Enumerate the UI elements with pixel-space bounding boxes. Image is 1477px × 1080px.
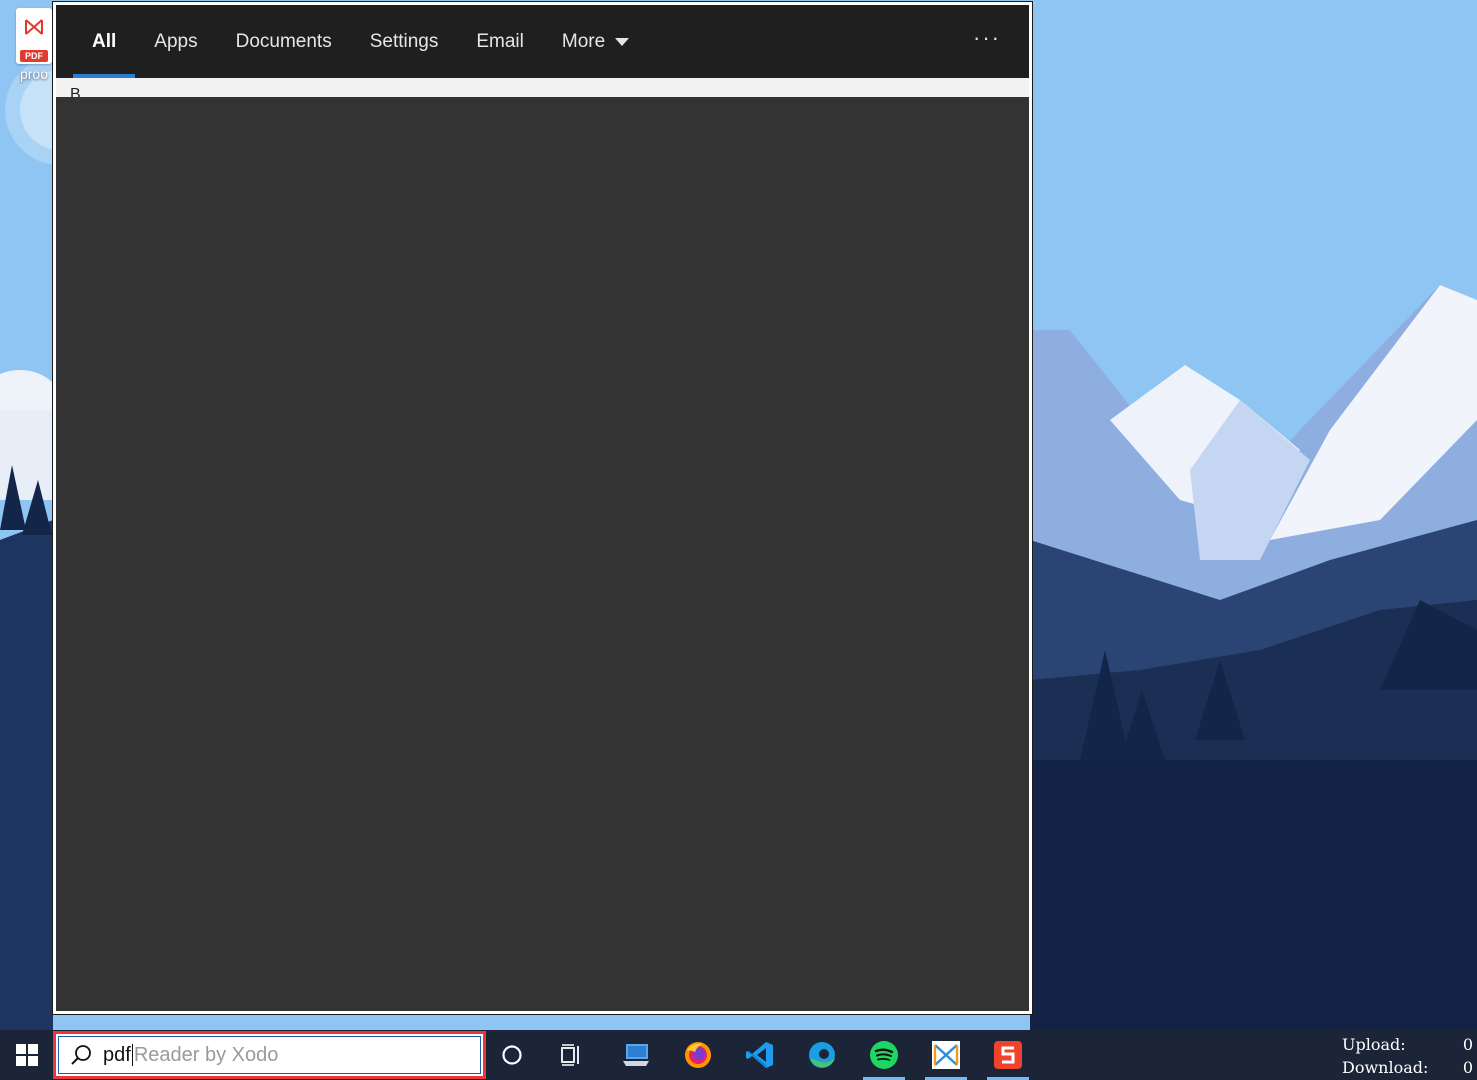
more-options-icon[interactable]: ···	[973, 25, 1001, 51]
tab-label: More	[561, 30, 606, 52]
pdf-file-icon: PDF	[16, 8, 52, 64]
firefox-button[interactable]	[673, 1030, 723, 1080]
tab-settings[interactable]: Settings	[351, 5, 458, 78]
spotify-icon	[870, 1041, 898, 1069]
tab-label: Documents	[235, 30, 332, 52]
xodo-icon	[932, 1041, 960, 1069]
upload-label: Upload:	[1342, 1035, 1406, 1054]
tab-label: Email	[476, 30, 524, 52]
wps-icon	[994, 1041, 1022, 1069]
search-scope-tabs: All Apps Documents Settings Email More ·…	[56, 5, 1029, 78]
desktop-pdf-shortcut[interactable]: PDF proo	[12, 8, 56, 82]
pdf-badge: PDF	[20, 50, 48, 62]
download-label: Download:	[1342, 1058, 1429, 1077]
windows-logo-icon	[15, 1044, 38, 1066]
upload-value: 0	[1462, 1035, 1473, 1054]
results-header-text: B	[70, 86, 81, 97]
search-flyout: All Apps Documents Settings Email More ·…	[53, 2, 1032, 1014]
vscode-icon	[746, 1042, 773, 1068]
results-panel	[56, 97, 1029, 1011]
tab-label: Settings	[369, 30, 439, 52]
xodo-button[interactable]	[921, 1030, 971, 1080]
tab-more[interactable]: More	[543, 5, 648, 78]
start-button[interactable]	[0, 1030, 53, 1080]
results-header-strip: B	[56, 78, 1029, 97]
tab-all[interactable]: All	[73, 5, 136, 78]
text-cursor	[131, 1044, 133, 1066]
tab-label: All	[92, 30, 117, 52]
desktop-icon-label: proo	[19, 66, 49, 82]
spotify-button[interactable]	[859, 1030, 909, 1080]
network-speed-monitor: Upload: 0 Download: 0	[1342, 1033, 1473, 1079]
taskbar: pdf Reader by Xodo Upload: 0 Download: 0	[0, 1030, 1477, 1080]
search-query-text: pdf	[103, 1043, 131, 1066]
tab-apps[interactable]: Apps	[135, 5, 216, 78]
firefox-icon	[685, 1042, 711, 1068]
cortana-icon	[502, 1045, 522, 1065]
search-icon	[59, 1044, 103, 1066]
tab-documents[interactable]: Documents	[217, 5, 351, 78]
task-view-icon	[561, 1044, 579, 1066]
this-pc-icon	[623, 1044, 649, 1066]
search-autocomplete-hint: Reader by Xodo	[133, 1043, 279, 1066]
chevron-down-icon	[615, 37, 630, 46]
tab-label: Apps	[154, 30, 198, 52]
tab-email[interactable]: Email	[457, 5, 543, 78]
vscode-button[interactable]	[735, 1030, 785, 1080]
cortana-button[interactable]	[487, 1030, 537, 1080]
edge-icon	[809, 1042, 835, 1068]
edge-button[interactable]	[797, 1030, 847, 1080]
taskbar-search-box[interactable]: pdf Reader by Xodo	[53, 1031, 486, 1079]
download-value: 0	[1462, 1058, 1473, 1077]
wps-button[interactable]	[983, 1030, 1033, 1080]
this-pc-button[interactable]	[611, 1030, 661, 1080]
task-view-button[interactable]	[547, 1030, 597, 1080]
